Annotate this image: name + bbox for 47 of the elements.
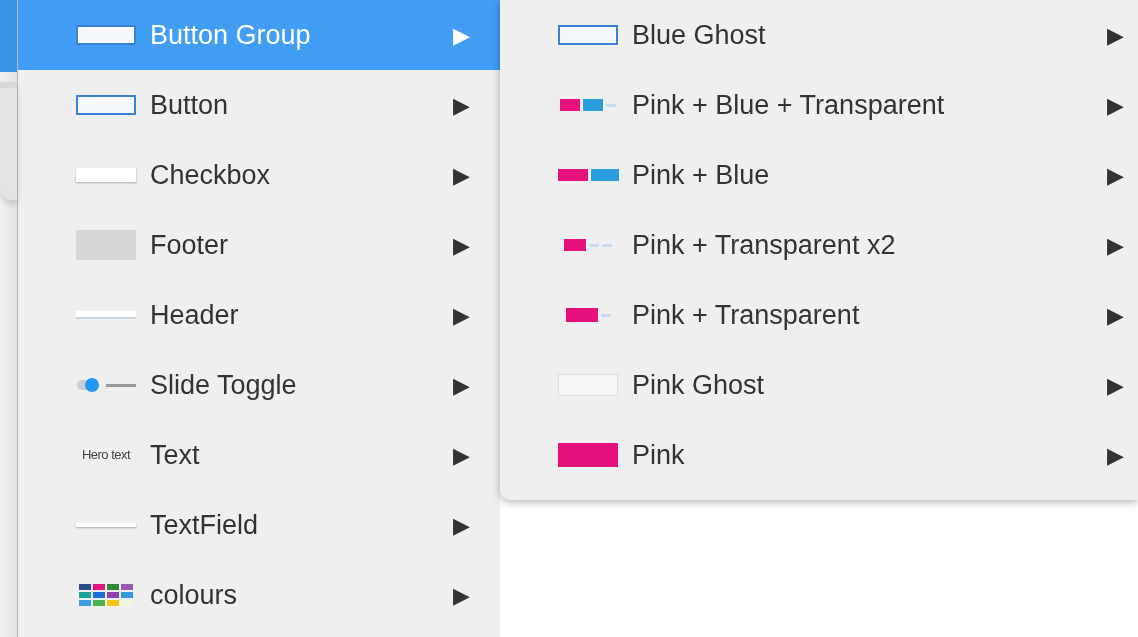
- submenu-arrow-icon: ▶: [1107, 158, 1124, 192]
- menu-item[interactable]: Pink + Transparent ▶: [500, 280, 1138, 350]
- submenu-arrow-icon: ▶: [453, 368, 470, 402]
- thumbnail-text: Hero text: [81, 446, 131, 465]
- submenu-arrow-icon: ▶: [453, 18, 470, 52]
- submenu-arrow-icon: ▶: [453, 88, 470, 122]
- thumbnail-icon: [558, 374, 618, 396]
- submenu-arrow-icon: ▶: [1107, 228, 1124, 262]
- thumbnail-icon: [558, 443, 618, 467]
- thumbnail-icon: [76, 95, 136, 115]
- thumbnail-icon: [76, 523, 136, 527]
- thumbnail-icon: [76, 168, 136, 182]
- submenu-arrow-icon: ▶: [453, 228, 470, 262]
- menu-item[interactable]: Pink + Transparent x2 ▶: [500, 210, 1138, 280]
- submenu-arrow-icon: ▶: [1107, 18, 1124, 52]
- submenu-arrow-icon: ▶: [453, 298, 470, 332]
- menu-item[interactable]: Header ▶: [18, 280, 500, 350]
- submenu-arrow-icon: ▶: [453, 438, 470, 472]
- menu-item[interactable]: Button ▶: [18, 70, 500, 140]
- submenu-arrow-icon: ▶: [1107, 438, 1124, 472]
- menu-item[interactable]: Pink + Blue ▶: [500, 140, 1138, 210]
- submenu-arrow-icon: ▶: [453, 158, 470, 192]
- thumbnail-icon: [557, 169, 619, 181]
- thumbnail-icon: [560, 99, 616, 111]
- menu-item[interactable]: Footer ▶: [18, 210, 500, 280]
- thumbnail-icon: [76, 25, 136, 45]
- thumbnail-icon: [76, 311, 136, 319]
- menu-item[interactable]: Pink + Blue + Transparent ▶: [500, 70, 1138, 140]
- thumbnail-icon: [558, 25, 618, 45]
- thumbnail-icon: [76, 380, 136, 390]
- menu-item[interactable]: Checkbox ▶: [18, 140, 500, 210]
- menu-item[interactable]: Pink ▶: [500, 420, 1138, 490]
- menu-item[interactable]: colours ▶: [18, 560, 500, 630]
- submenu-arrow-icon: ▶: [1107, 88, 1124, 122]
- menu-item[interactable]: Slide Toggle ▶: [18, 350, 500, 420]
- submenu-arrow-icon: ▶: [1107, 298, 1124, 332]
- thumbnail-icon: [564, 239, 612, 251]
- menu-item[interactable]: Pink Ghost ▶: [500, 350, 1138, 420]
- menu-item[interactable]: Blue Ghost ▶: [500, 0, 1138, 70]
- thumbnail-icon: [565, 308, 611, 322]
- submenu-arrow-icon: ▶: [453, 508, 470, 542]
- submenu-arrow-icon: ▶: [453, 578, 470, 612]
- thumbnail-icon: [79, 584, 133, 606]
- menu-item[interactable]: Hero text Text ▶: [18, 420, 500, 490]
- menu-item[interactable]: TextField ▶: [18, 490, 500, 560]
- submenu-arrow-icon: ▶: [1107, 368, 1124, 402]
- thumbnail-icon: [76, 230, 136, 260]
